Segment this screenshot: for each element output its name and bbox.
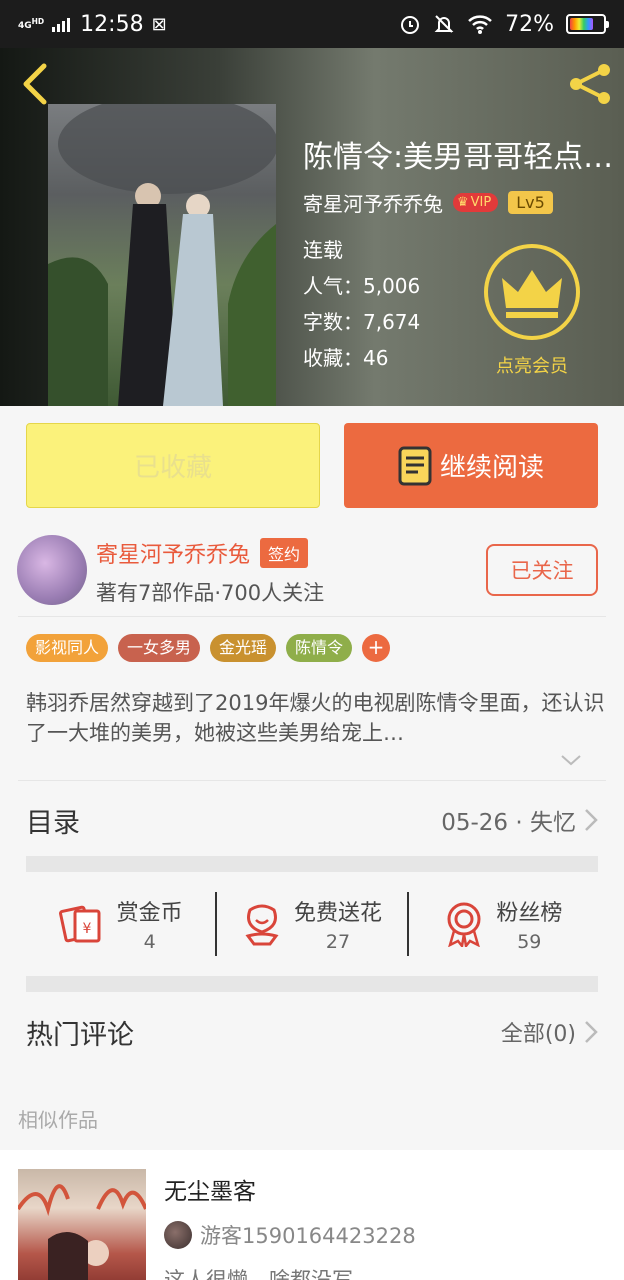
app-notification-icon: ⊠ — [151, 13, 167, 35]
status-bar: 4GHD 12:58 ⊠ 72% — [0, 0, 624, 48]
red-envelope-icon: ¥ — [58, 905, 101, 943]
divider — [18, 780, 606, 781]
tag[interactable]: 金光瑶 — [210, 634, 277, 662]
chevron-right-icon — [585, 1021, 598, 1043]
hot-comments-row[interactable]: 热门评论 全部(0) — [26, 1008, 598, 1056]
reward-coins-button[interactable]: ¥ 赏金币 4 — [26, 888, 215, 960]
battery-percent: 72% — [505, 11, 554, 37]
similar-work-item[interactable]: 无尘墨客 游客1590164423228 这人很懒，啥都没写 — [0, 1150, 624, 1280]
author-avatar[interactable] — [17, 535, 87, 605]
tag-list: 影视同人 一女多男 金光瑶 陈情令 + — [26, 634, 391, 662]
divider — [18, 616, 606, 617]
follow-button[interactable]: 已关注 — [486, 544, 598, 596]
similar-work-cover[interactable] — [18, 1169, 146, 1280]
mute-icon — [434, 15, 454, 33]
continue-reading-button[interactable]: 继续阅读 — [344, 423, 598, 508]
svg-text:¥: ¥ — [82, 921, 91, 937]
book-author[interactable]: 寄星河予乔乔兔 — [303, 188, 443, 217]
battery-icon — [566, 14, 609, 34]
book-favorites: 收藏：46 — [303, 346, 389, 370]
level-badge: Lv5 — [508, 191, 553, 214]
continue-reading-label: 继续阅读 — [439, 453, 544, 483]
stats-row: ¥ 赏金币 4 免费送花 27 粉丝榜 59 — [26, 888, 598, 960]
wifi-icon — [468, 15, 492, 34]
member-label: 点亮会员 — [496, 356, 568, 377]
similar-work-author: 游客1590164423228 — [200, 1224, 416, 1248]
similar-work-intro: 这人很懒，啥都没写 — [164, 1268, 353, 1280]
latest-chapter: 05-26 · 失忆 — [441, 810, 576, 836]
status-time: 12:58 — [80, 11, 144, 37]
section-separator — [26, 976, 598, 992]
book-author-row: 寄星河予乔乔兔 ♛ VIP Lv5 — [303, 188, 553, 217]
catalog-label: 目录 — [26, 807, 80, 839]
reward-label: 赏金币 — [116, 901, 183, 926]
flower-value: 27 — [325, 931, 351, 953]
all-comments-link[interactable]: 全部(0) — [501, 1016, 576, 1048]
favorite-button[interactable]: 已收藏 — [26, 423, 320, 508]
back-icon[interactable] — [16, 62, 56, 106]
chevron-down-icon[interactable] — [560, 752, 582, 768]
tag[interactable]: 影视同人 — [26, 634, 109, 662]
avatar — [164, 1221, 192, 1249]
network-indicator: 4GHD — [18, 17, 45, 31]
fans-label: 粉丝榜 — [496, 901, 563, 926]
book-icon — [398, 446, 432, 485]
book-title: 陈情令:美男哥哥轻点… — [303, 140, 614, 175]
send-flower-button[interactable]: 免费送花 27 — [217, 888, 406, 960]
similar-work-author-row: 游客1590164423228 — [164, 1220, 416, 1250]
add-tag-button[interactable]: + — [362, 634, 391, 662]
author-stats: 著有7部作品·700人关注 — [96, 581, 325, 605]
book-cover[interactable] — [48, 104, 276, 406]
author-name[interactable]: 寄星河予乔乔兔 — [96, 537, 250, 569]
crown-icon: ♛ — [457, 195, 469, 210]
catalog-row[interactable]: 目录 05-26 · 失忆 — [26, 796, 598, 844]
share-icon[interactable] — [566, 62, 614, 106]
similar-works-heading: 相似作品 — [18, 1108, 98, 1132]
book-popularity: 人气：5,006 — [303, 274, 421, 298]
tag[interactable]: 一女多男 — [118, 634, 201, 662]
book-description: 韩羽乔居然穿越到了2019年爆火的电视剧陈情令里面，还认识了一大堆的美男，她被这… — [26, 691, 605, 745]
signed-badge: 签约 — [260, 538, 309, 568]
book-word-count: 字数：7,674 — [303, 310, 421, 334]
fan-ranking-button[interactable]: 粉丝榜 59 — [409, 888, 598, 960]
tag[interactable]: 陈情令 — [286, 634, 353, 662]
book-status: 连载 — [303, 238, 343, 262]
section-separator — [26, 856, 598, 872]
crown-icon — [484, 244, 580, 340]
medal-icon — [447, 902, 481, 947]
flower-icon — [245, 904, 279, 946]
chevron-right-icon — [585, 809, 598, 831]
reward-value: 4 — [143, 931, 156, 953]
member-button[interactable]: 点亮会员 — [474, 242, 590, 392]
fans-value: 59 — [517, 931, 542, 953]
flower-label: 免费送花 — [293, 901, 382, 926]
author-name-row: 寄星河予乔乔兔 签约 — [96, 537, 309, 569]
vip-label: VIP — [470, 195, 492, 210]
book-header: 陈情令:美男哥哥轻点… 寄星河予乔乔兔 ♛ VIP Lv5 连载 人气：5,006… — [0, 48, 624, 406]
similar-work-title: 无尘墨客 — [164, 1179, 256, 1205]
alarm-icon — [401, 16, 420, 34]
vip-badge: ♛ VIP — [453, 193, 499, 212]
book-meta: 连载 人气：5,006 字数：7,674 收藏：46 — [303, 232, 420, 376]
signal-icon — [52, 16, 71, 32]
hot-comments-label: 热门评论 — [26, 1019, 134, 1051]
